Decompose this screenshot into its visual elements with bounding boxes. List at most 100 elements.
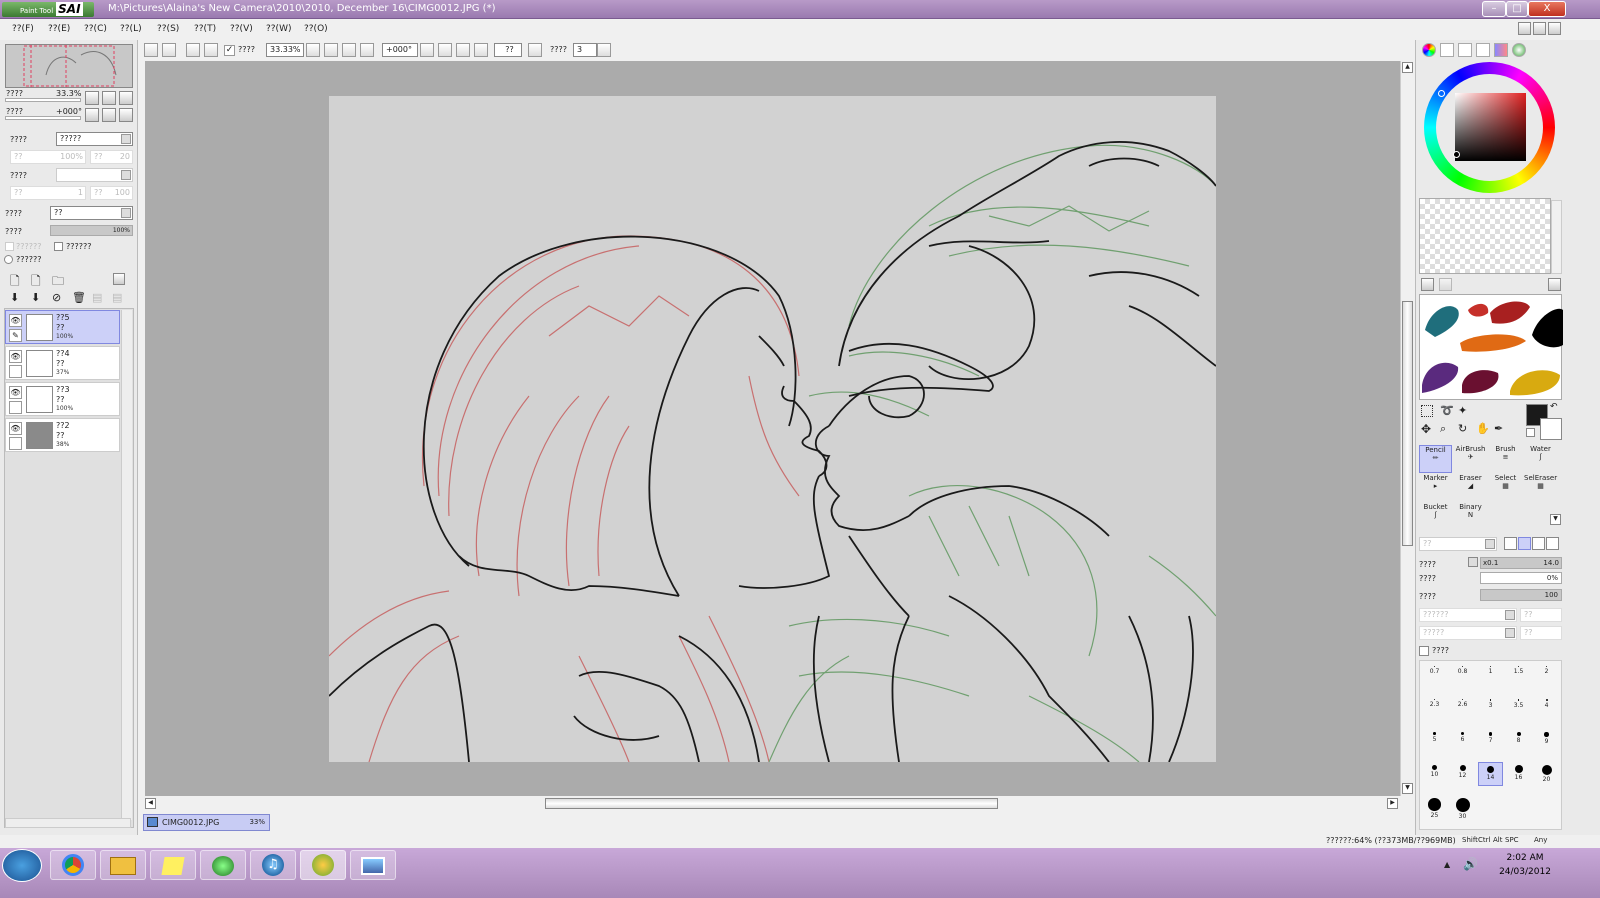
lasso-icon[interactable]: ➰ bbox=[1440, 404, 1454, 418]
photo-viewer-taskbar-icon[interactable] bbox=[350, 850, 396, 880]
eye-icon[interactable]: 👁 bbox=[9, 422, 22, 435]
brush-size-preset[interactable]: 16 bbox=[1506, 762, 1531, 786]
brush-size-preset[interactable]: 1 bbox=[1478, 663, 1503, 687]
redo-button[interactable] bbox=[162, 43, 176, 57]
zoom-field[interactable]: 33.33% bbox=[266, 43, 304, 57]
paint-blob[interactable] bbox=[1422, 362, 1459, 393]
rotate-left-button[interactable] bbox=[438, 43, 452, 57]
saturation-value-square[interactable] bbox=[1455, 93, 1526, 161]
scroll-down-icon[interactable]: ▼ bbox=[1402, 783, 1413, 794]
paint-tool-sai-taskbar-icon[interactable] bbox=[300, 850, 346, 880]
stabilizer-field[interactable]: 3 bbox=[573, 43, 597, 57]
nav-zoom-reset-button[interactable] bbox=[119, 91, 133, 105]
paint-blob[interactable] bbox=[1468, 303, 1489, 317]
brush-tool-airbrush[interactable]: AirBrush ✈ bbox=[1454, 445, 1487, 473]
zoom-in-button[interactable] bbox=[342, 43, 356, 57]
sticky-notes-taskbar-icon[interactable] bbox=[150, 850, 196, 880]
texture-dropdown[interactable] bbox=[56, 168, 133, 182]
menu-canvas[interactable]: ??(C) bbox=[84, 24, 107, 34]
brush-size-preset[interactable]: 5 bbox=[1422, 729, 1447, 753]
brush-size-preset[interactable]: 0.7 bbox=[1422, 663, 1447, 687]
layer-row[interactable]: 👁 ??2 ?? 38% bbox=[5, 418, 120, 452]
delete-layer-icon[interactable]: 🗑 bbox=[72, 291, 86, 305]
clear-layer-icon[interactable]: ⊘ bbox=[52, 291, 66, 305]
brush-size-preset[interactable]: 1.5 bbox=[1506, 663, 1531, 687]
brush-size-preset[interactable]: 25 bbox=[1422, 795, 1447, 819]
brush-tool-select[interactable]: Select ▦ bbox=[1489, 474, 1522, 502]
nav-rotate-right-button[interactable] bbox=[102, 108, 116, 122]
hue-marker[interactable] bbox=[1438, 90, 1445, 97]
clipping-checkbox[interactable] bbox=[54, 242, 63, 251]
drawing-canvas[interactable] bbox=[328, 96, 1217, 763]
minimize-button[interactable]: – bbox=[1482, 1, 1506, 17]
new-layer-icon[interactable]: 🗋 bbox=[10, 272, 24, 288]
close-button[interactable]: X bbox=[1528, 1, 1566, 17]
brush-tool-brush[interactable]: Brush ≡ bbox=[1489, 445, 1522, 473]
new-linework-layer-icon[interactable]: 🗋 bbox=[31, 272, 45, 288]
vertical-scroll-thumb[interactable] bbox=[1402, 301, 1413, 546]
selection-visible-checkbox[interactable]: ✓ bbox=[224, 45, 235, 56]
scroll-right-icon[interactable]: ▶ bbox=[1387, 798, 1398, 809]
brush-size-preset[interactable]: 0.8 bbox=[1450, 663, 1475, 687]
brush-size-preset[interactable]: 2.3 bbox=[1422, 696, 1447, 720]
rgb-slider-tab-icon[interactable] bbox=[1440, 43, 1454, 57]
horizontal-scroll-thumb[interactable] bbox=[545, 798, 998, 809]
layer-list-hscrollbar[interactable] bbox=[5, 818, 131, 828]
layer-list-scrollbar[interactable] bbox=[121, 310, 132, 820]
min-size-slider[interactable]: 0% bbox=[1480, 572, 1562, 584]
opacity-slider[interactable]: 100% bbox=[50, 225, 133, 236]
brush-tool-eraser[interactable]: Eraser ◢ bbox=[1454, 474, 1487, 502]
canvas-horizontal-scrollbar[interactable]: ◀ ▶ bbox=[145, 797, 1400, 810]
eye-icon[interactable]: 👁 bbox=[9, 386, 22, 399]
menu-selection[interactable]: ??(S) bbox=[157, 24, 179, 34]
nav-rotate-left-button[interactable] bbox=[85, 108, 99, 122]
hand-icon[interactable]: ✋ bbox=[1476, 422, 1490, 436]
brush-size-slider[interactable]: x0.1 14.0 bbox=[1480, 557, 1562, 569]
zoom-out-button[interactable] bbox=[324, 43, 338, 57]
layer-checkbox[interactable] bbox=[9, 401, 22, 414]
zoom-reset-button[interactable] bbox=[360, 43, 374, 57]
brush-size-toggle[interactable] bbox=[1468, 557, 1478, 567]
panel-toggle-icon[interactable] bbox=[113, 273, 125, 285]
swatches-tab-icon[interactable] bbox=[1494, 43, 1508, 57]
menu-layer[interactable]: ??(L) bbox=[120, 24, 142, 34]
eye-icon[interactable]: 👁 bbox=[9, 350, 22, 363]
brush-size-preset[interactable]: 20 bbox=[1534, 762, 1559, 786]
deselect-button[interactable] bbox=[186, 43, 200, 57]
advanced-settings-checkbox[interactable] bbox=[1419, 646, 1429, 656]
density-slider[interactable]: 100 bbox=[1480, 589, 1562, 601]
brush-size-preset[interactable]: 3.5 bbox=[1506, 696, 1531, 720]
brush-edge-soft-icon[interactable] bbox=[1532, 537, 1545, 550]
layer-mode-dropdown[interactable]: ????? bbox=[56, 132, 133, 146]
pen-icon[interactable]: ✎ bbox=[9, 329, 22, 342]
mdi-minimize-button[interactable] bbox=[1518, 22, 1531, 35]
scroll-left-icon[interactable]: ◀ bbox=[145, 798, 156, 809]
file-tab[interactable]: CIMG0012.JPG 33% bbox=[143, 814, 270, 831]
volume-icon[interactable]: 🔊 bbox=[1463, 857, 1478, 871]
layer-checkbox[interactable] bbox=[9, 365, 22, 378]
secondary-color-swatch[interactable] bbox=[1540, 418, 1562, 440]
paint-blob[interactable] bbox=[1510, 370, 1560, 396]
move-icon[interactable]: ✥ bbox=[1421, 422, 1435, 436]
rotation-field[interactable]: +000° bbox=[382, 43, 418, 57]
invert-selection-button[interactable] bbox=[204, 43, 218, 57]
zoom-icon[interactable]: ⌕ bbox=[1440, 422, 1454, 436]
tool-scroll-down-icon[interactable]: ▼ bbox=[1550, 514, 1561, 525]
brush-tool-water[interactable]: Water ʃ bbox=[1524, 445, 1557, 473]
brush-tool-bucket[interactable]: Bucket ʃ bbox=[1419, 503, 1452, 531]
eyedropper-icon[interactable]: ✒ bbox=[1494, 422, 1508, 436]
paint-blob[interactable] bbox=[1532, 308, 1563, 348]
brush-size-preset[interactable]: 2.6 bbox=[1450, 696, 1475, 720]
mixer-tab-icon[interactable] bbox=[1476, 43, 1490, 57]
nav-zoom-out-button[interactable] bbox=[85, 91, 99, 105]
swatch-scrollbar[interactable] bbox=[1551, 200, 1562, 274]
maximize-button[interactable]: □ bbox=[1506, 1, 1528, 17]
explorer-taskbar-icon[interactable] bbox=[100, 850, 146, 880]
color-swatch-area[interactable] bbox=[1419, 198, 1551, 274]
transfer-down-icon[interactable]: ⬇ bbox=[10, 291, 24, 305]
brush-size-preset[interactable]: 10 bbox=[1422, 762, 1447, 786]
view-mode-field[interactable]: ?? bbox=[494, 43, 522, 57]
brush-size-preset[interactable]: 6 bbox=[1450, 729, 1475, 753]
mdi-restore-button[interactable] bbox=[1533, 22, 1546, 35]
paint-blob[interactable] bbox=[1460, 334, 1526, 352]
